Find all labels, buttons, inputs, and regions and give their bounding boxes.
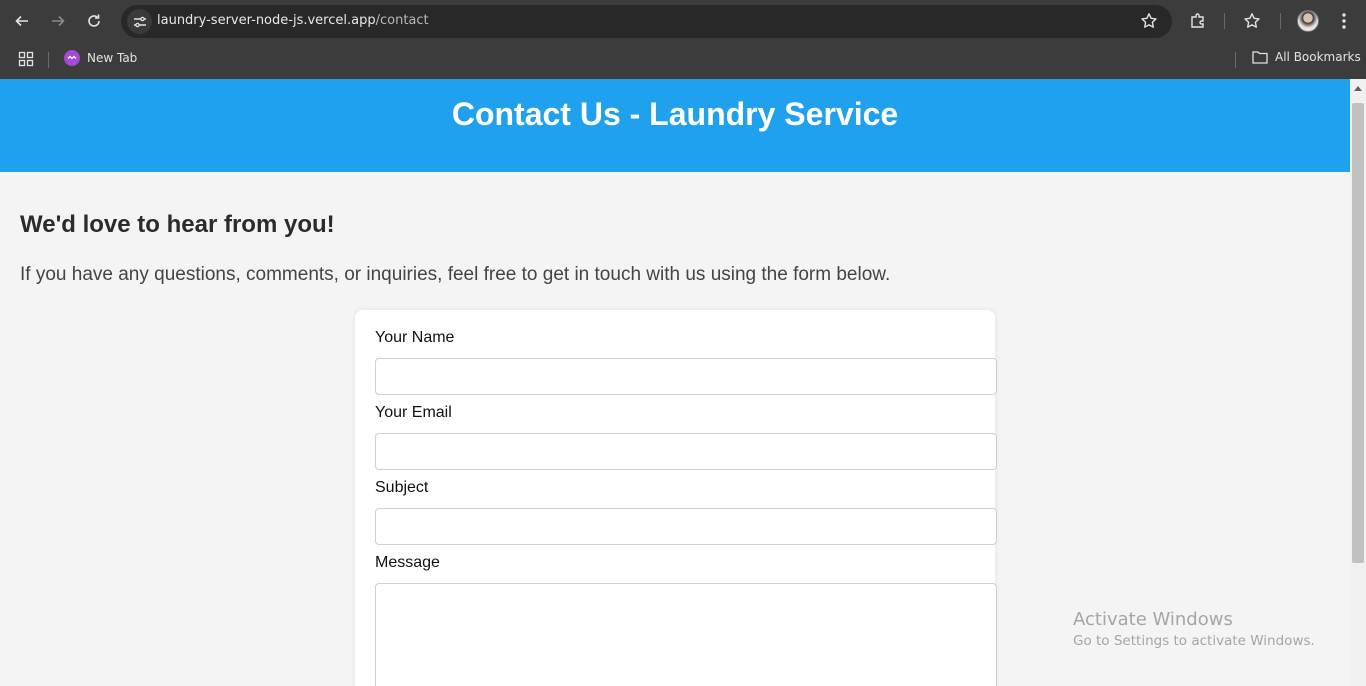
scroll-thumb[interactable] <box>1352 103 1364 563</box>
bookmarks-bar: New Tab All Bookmarks <box>0 42 1366 79</box>
site-info-button[interactable] <box>127 9 152 34</box>
scroll-up-arrow-icon <box>1354 86 1362 91</box>
browser-toolbar: laundry-server-node-js.vercel.app/contac… <box>0 0 1366 42</box>
name-label: Your Name <box>375 329 455 346</box>
back-arrow-icon <box>15 15 28 27</box>
toolbar-divider <box>1280 13 1281 29</box>
bookmarks-divider <box>48 52 49 68</box>
email-input[interactable] <box>375 433 997 470</box>
kebab-menu-icon <box>1342 13 1346 29</box>
bookmark-label: New Tab <box>87 51 138 65</box>
url-text[interactable]: laundry-server-node-js.vercel.app/contac… <box>157 13 429 28</box>
apps-grid-icon <box>18 51 34 67</box>
reload-button[interactable] <box>82 9 106 33</box>
profile-avatar[interactable] <box>1297 10 1319 32</box>
forward-arrow-icon <box>52 15 65 27</box>
intro-heading: We'd love to hear from you! <box>20 211 335 238</box>
intro-text: If you have any questions, comments, or … <box>20 264 891 285</box>
forward-button[interactable] <box>46 9 70 33</box>
bookmark-star-button[interactable] <box>1140 12 1158 35</box>
watermark-title: Activate Windows <box>1073 609 1233 630</box>
reload-icon <box>88 14 100 27</box>
message-label: Message <box>375 554 440 571</box>
extensions-button[interactable] <box>1186 9 1210 33</box>
all-bookmarks-button[interactable]: All Bookmarks <box>1252 50 1361 64</box>
page-header: Contact Us - Laundry Service <box>0 79 1350 172</box>
browser-chrome: laundry-server-node-js.vercel.app/contac… <box>0 0 1366 79</box>
subject-input[interactable] <box>375 508 997 545</box>
address-bar[interactable]: laundry-server-node-js.vercel.app/contac… <box>121 5 1172 38</box>
page-content: Contact Us - Laundry Service We'd love t… <box>0 79 1350 686</box>
watermark-subtitle: Go to Settings to activate Windows. <box>1073 633 1315 649</box>
message-textarea[interactable] <box>375 583 997 686</box>
apps-button[interactable] <box>18 51 34 67</box>
all-bookmarks-label: All Bookmarks <box>1275 50 1361 64</box>
browser-menu-button[interactable] <box>1332 9 1356 33</box>
bookmarks-panel-button[interactable] <box>1240 9 1264 33</box>
scroll-up-button[interactable] <box>1350 79 1366 97</box>
star-list-icon <box>1244 13 1260 28</box>
tune-icon <box>133 16 146 27</box>
subject-label: Subject <box>375 479 429 496</box>
page-title: Contact Us - Laundry Service <box>451 96 899 132</box>
url-path: /contact <box>375 13 429 28</box>
page-scrollbar[interactable] <box>1350 79 1366 686</box>
folder-icon <box>1252 51 1268 64</box>
puzzle-icon <box>1191 13 1204 28</box>
contact-form: Your Name Your Email Subject Message <box>355 310 997 686</box>
new-tab-favicon-icon <box>64 50 80 66</box>
url-host: laundry-server-node-js.vercel.app <box>157 13 376 28</box>
bookmarks-divider <box>1235 52 1236 68</box>
toolbar-divider <box>1224 13 1225 29</box>
back-button[interactable] <box>10 9 34 33</box>
star-icon <box>1141 13 1157 28</box>
email-label: Your Email <box>375 404 452 421</box>
bookmark-new-tab[interactable]: New Tab <box>64 50 137 66</box>
name-input[interactable] <box>375 358 997 395</box>
windows-activation-watermark: Activate Windows Go to Settings to activ… <box>1073 609 1315 649</box>
